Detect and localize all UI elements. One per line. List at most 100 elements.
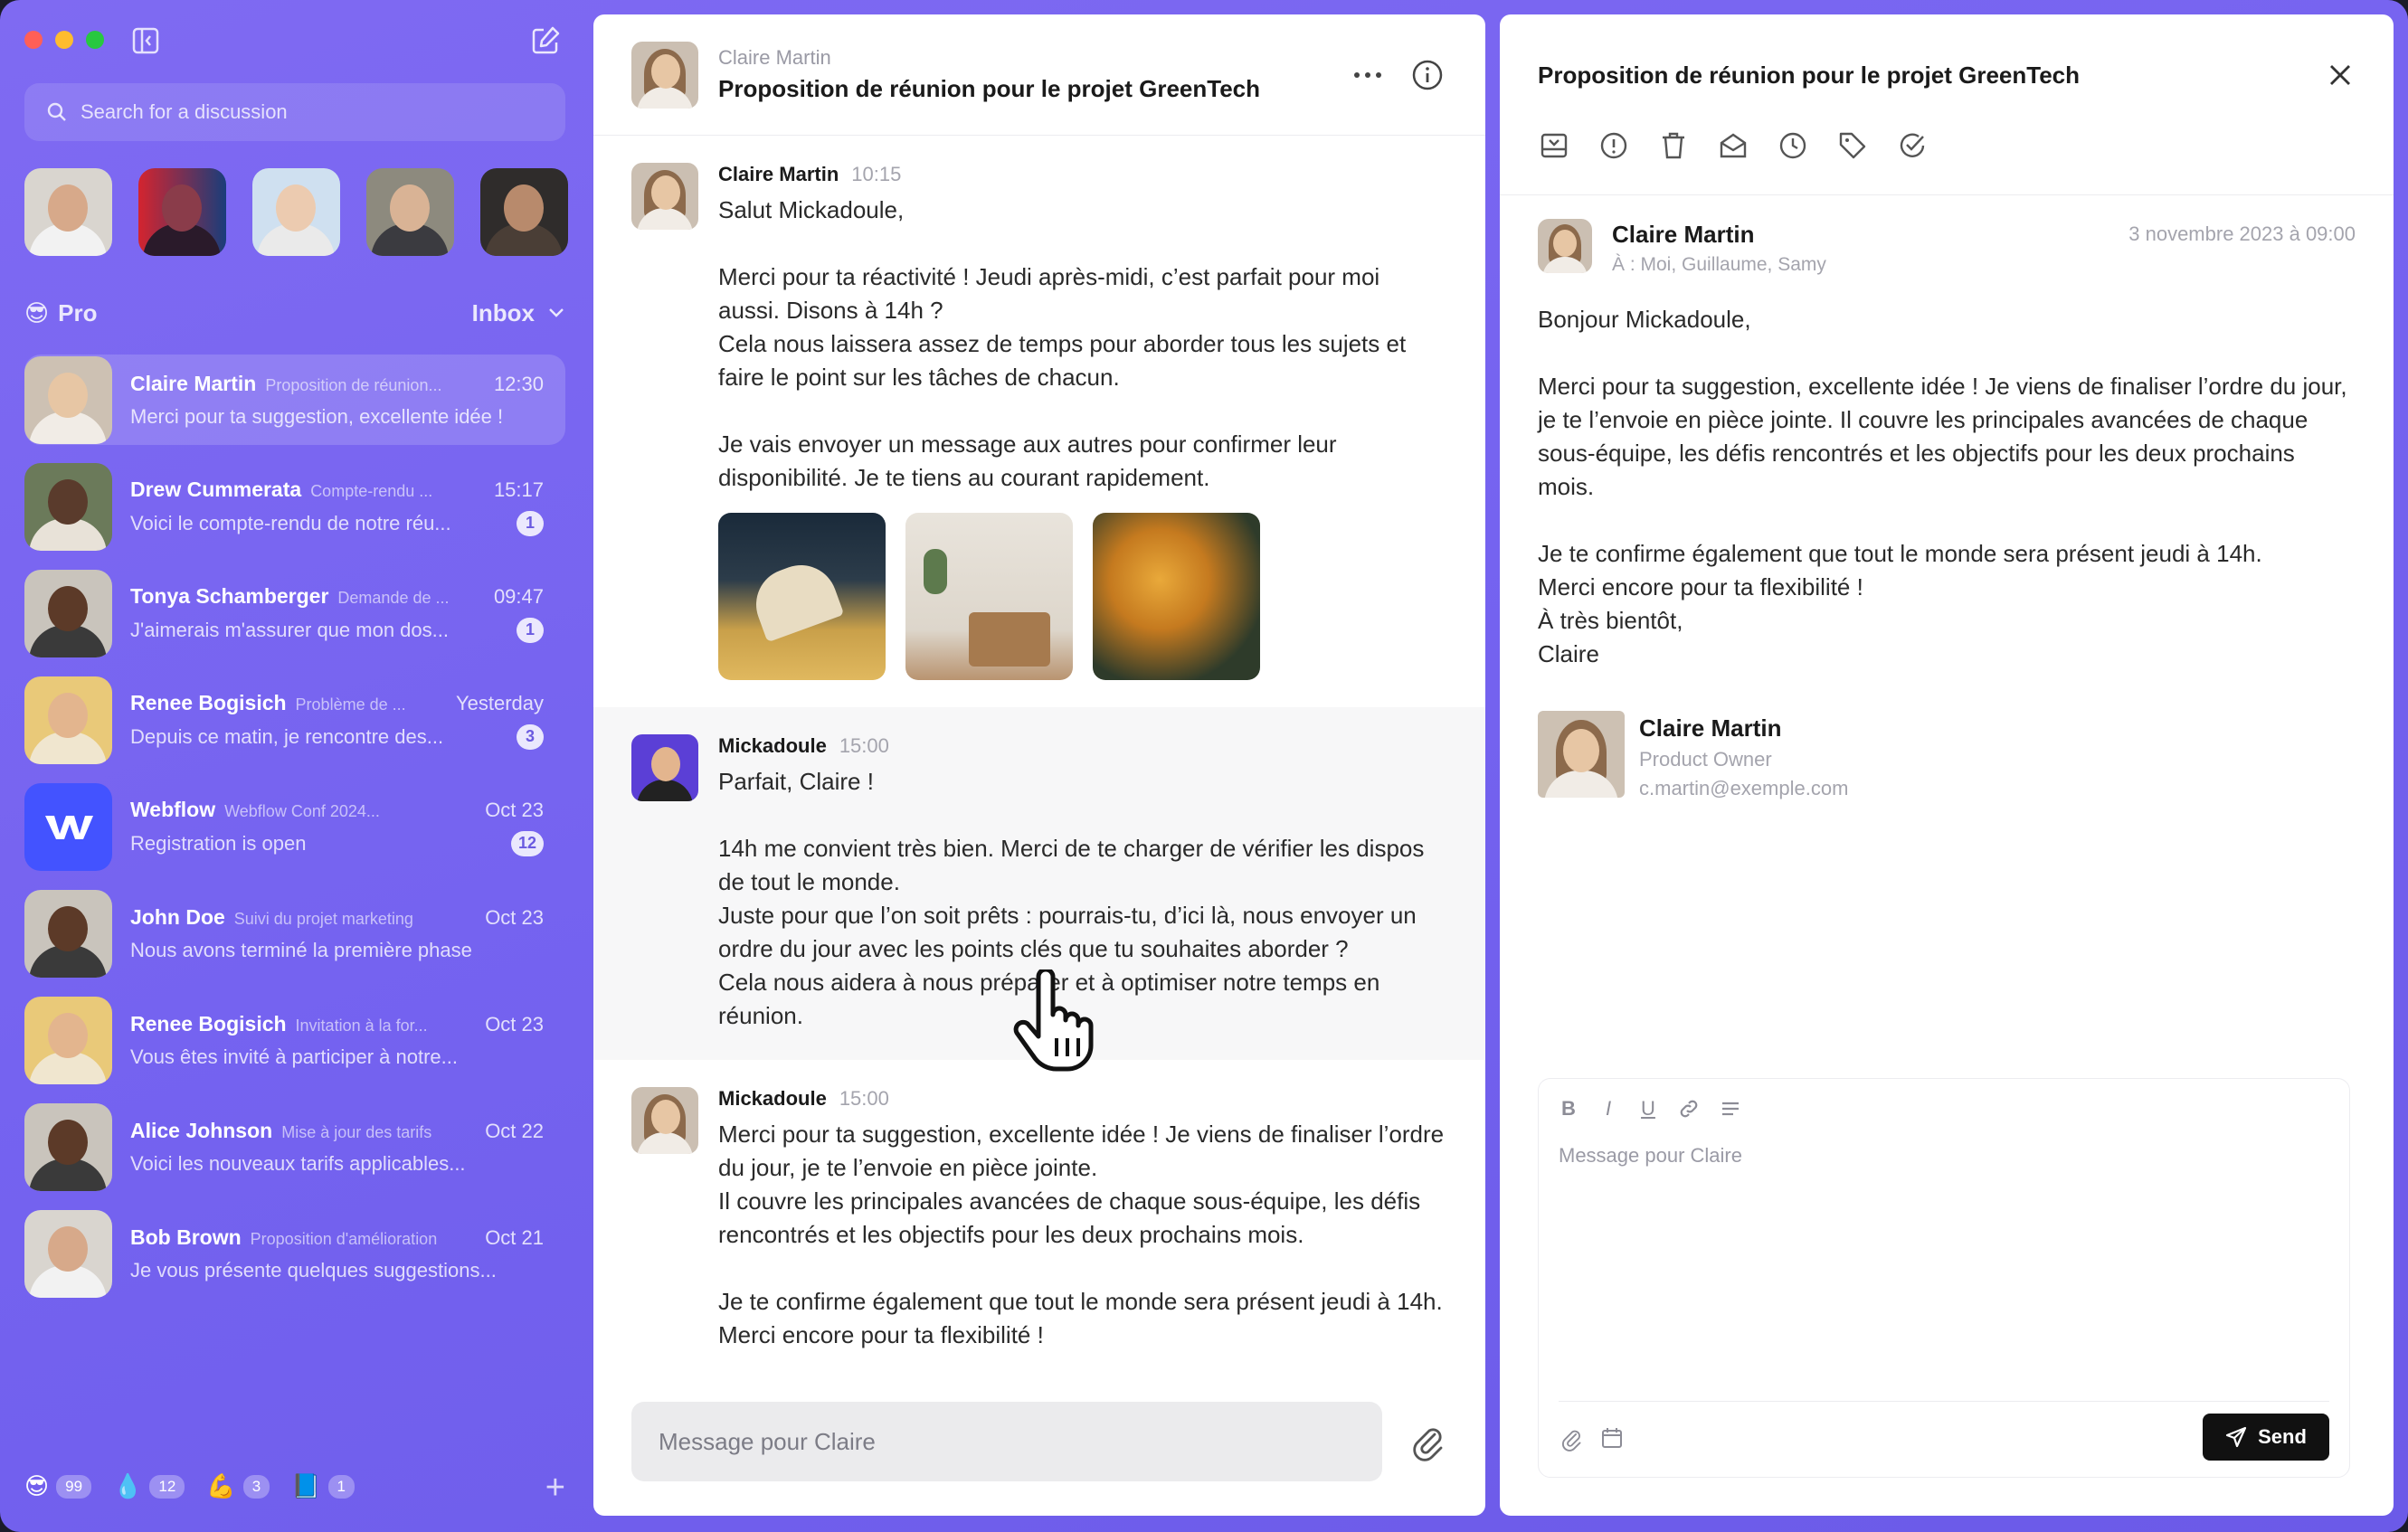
minimize-window-button[interactable] <box>55 31 73 49</box>
italic-button[interactable]: I <box>1598 1097 1618 1121</box>
conversation-subject: Suivi du projet marketing <box>233 909 413 928</box>
message-author: Claire Martin <box>718 163 839 185</box>
maximize-window-button[interactable] <box>86 31 104 49</box>
footer-folder[interactable]: 😎 99 <box>24 1472 92 1500</box>
signature-role: Product Owner <box>1639 748 1772 771</box>
close-window-button[interactable] <box>24 31 43 49</box>
conversation-preview: Depuis ce matin, je rencontre des... <box>130 724 444 748</box>
conversation-subject: Webflow Conf 2024... <box>224 801 380 820</box>
thread-reply-input[interactable]: Message pour Claire <box>631 1402 1382 1481</box>
underline-button[interactable]: U <box>1638 1097 1658 1121</box>
signature-email[interactable]: c.martin@exemple.com <box>1639 777 1848 800</box>
inbox-dropdown[interactable]: Inbox <box>472 299 565 327</box>
folder-count: 3 <box>242 1474 270 1499</box>
favorite-avatar[interactable] <box>138 168 226 256</box>
sidebar: Search for a discussion 😎 Pro Inbox Clai… <box>0 0 588 1532</box>
reply-composer: B I U Message pour Claire Send <box>1538 1078 2350 1478</box>
conversation-name: Renee Bogisich <box>130 1011 287 1036</box>
conversation-item[interactable]: John Doe Suivi du projet marketing Oct 23 … <box>24 888 565 979</box>
favorite-avatar[interactable] <box>24 168 112 256</box>
compose-icon[interactable] <box>530 25 561 56</box>
thread-pane: Claire Martin Proposition de réunion pou… <box>593 14 1485 1516</box>
conversation-item[interactable]: Alice Johnson Mise à jour des tarifs Oct 2… <box>24 1102 565 1192</box>
check-circle-icon[interactable] <box>1896 129 1929 162</box>
avatar <box>24 1102 112 1191</box>
conversation-time: Oct 22 <box>485 1119 544 1142</box>
section-title[interactable]: 😎 Pro <box>24 299 97 327</box>
conversation-subject: Compte-rendu ... <box>310 481 433 500</box>
bold-button[interactable]: B <box>1559 1097 1578 1121</box>
favorite-avatar[interactable] <box>252 168 340 256</box>
conversation-subject: Mise à jour des tarifs <box>281 1122 432 1141</box>
conversation-name: Renee Bogisich <box>130 690 287 714</box>
link-icon[interactable] <box>1678 1098 1700 1120</box>
clock-icon[interactable] <box>1777 129 1809 162</box>
avatar <box>24 569 112 657</box>
signature-name: Claire Martin <box>1639 714 1782 742</box>
email-signature: Claire Martin Product Owner c.martin@exe… <box>1538 711 2356 800</box>
info-button[interactable] <box>1408 55 1447 95</box>
align-icon[interactable] <box>1720 1098 1741 1120</box>
ellipsis-icon <box>1354 71 1381 78</box>
sunglasses-emoji-icon: 😎 <box>24 298 50 326</box>
close-icon[interactable] <box>2325 60 2356 90</box>
image-attachment[interactable] <box>1093 513 1260 680</box>
section-label: Pro <box>58 298 98 326</box>
collapse-sidebar-icon[interactable] <box>132 27 159 54</box>
conversation-name: Claire Martin <box>130 371 257 395</box>
reply-input[interactable]: Message pour Claire <box>1539 1139 2349 1173</box>
email-detail-pane: Proposition de réunion pour le projet Gr… <box>1500 14 2394 1516</box>
sender-name: Claire Martin <box>1612 221 1755 248</box>
recipients: À : Moi, Guillaume, Samy <box>1612 254 1826 275</box>
conversation-time: Oct 23 <box>485 1012 544 1036</box>
image-attachment[interactable] <box>718 513 886 680</box>
search-input[interactable]: Search for a discussion <box>24 83 565 141</box>
trash-icon[interactable] <box>1657 129 1690 162</box>
tag-icon[interactable] <box>1836 129 1869 162</box>
muscle-emoji-icon: 💪 <box>206 1472 236 1499</box>
avatar <box>24 996 112 1084</box>
archive-icon[interactable] <box>1538 129 1570 162</box>
conversation-time: Oct 23 <box>485 798 544 821</box>
image-attachment[interactable] <box>905 513 1073 680</box>
thread-from: Claire Martin <box>718 46 831 69</box>
footer-folder[interactable]: 💪 3 <box>206 1472 270 1500</box>
webflow-logo-icon <box>24 782 112 871</box>
conversation-name: Webflow <box>130 797 216 821</box>
calendar-icon[interactable] <box>1600 1426 1624 1450</box>
conversation-item[interactable]: Webflow Webflow Conf 2024... Oct 23 Regist… <box>24 781 565 872</box>
avatar <box>24 889 112 978</box>
folder-count: 1 <box>327 1474 356 1499</box>
conversation-subject: Invitation à la for... <box>295 1016 428 1035</box>
conversation-item[interactable]: Claire Martin Proposition de réunion... 12… <box>24 355 565 445</box>
message-author: Mickadoule <box>718 734 827 757</box>
paperclip-icon[interactable] <box>1408 1422 1447 1461</box>
add-folder-button[interactable]: + <box>545 1469 565 1508</box>
conversation-preview: Voici le compte-rendu de notre réu... <box>130 511 451 534</box>
spam-icon[interactable] <box>1597 129 1630 162</box>
chevron-down-icon <box>549 308 564 317</box>
conversation-item[interactable]: Renee Bogisich Invitation à la for... Oct … <box>24 995 565 1085</box>
mark-read-icon[interactable] <box>1717 129 1749 162</box>
footer-folder[interactable]: 💧 12 <box>113 1472 185 1500</box>
conversation-item[interactable]: Drew Cummerata Compte-rendu ... 15:17 Voic… <box>24 461 565 552</box>
send-button[interactable]: Send <box>2203 1414 2329 1461</box>
conversation-time: 15:17 <box>493 478 544 501</box>
conversation-item[interactable]: Renee Bogisich Problème de ... Yesterday D… <box>24 675 565 765</box>
message-text: Merci pour ta suggestion, excellente idé… <box>718 1121 1445 1348</box>
conversation-item[interactable]: Tonya Schamberger Demande de ... 09:47 J'a… <box>24 568 565 658</box>
more-options-button[interactable] <box>1348 55 1388 95</box>
email-date: 3 novembre 2023 à 09:00 <box>2128 222 2356 245</box>
footer-folder[interactable]: 📘 1 <box>291 1472 356 1500</box>
conversation-name: John Doe <box>130 904 225 929</box>
message-time: 10:15 <box>851 163 902 185</box>
favorite-avatar[interactable] <box>366 168 454 256</box>
avatar <box>24 1209 112 1298</box>
conversation-time: Oct 21 <box>485 1225 544 1249</box>
conversation-preview: Merci pour ta suggestion, excellente idé… <box>130 404 504 428</box>
sidebar-footer: 😎 99 💧 12 💪 3 📘 1 + <box>24 1469 565 1507</box>
conversation-item[interactable]: Bob Brown Proposition d'amélioration Oct 2… <box>24 1208 565 1299</box>
paperclip-icon[interactable] <box>1559 1426 1584 1452</box>
favorite-avatar[interactable] <box>480 168 568 256</box>
favorite-contacts <box>24 168 568 256</box>
